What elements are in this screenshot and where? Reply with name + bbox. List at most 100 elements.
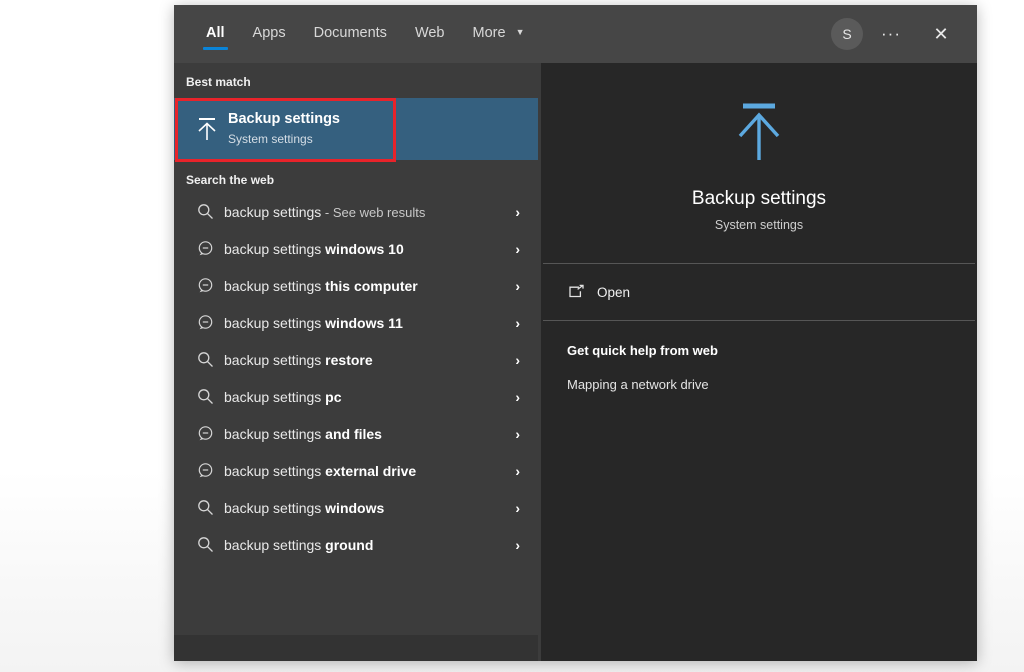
tab-documents[interactable]: Documents [300, 5, 401, 63]
best-match-heading: Best match [186, 75, 251, 89]
list-item-label: backup settings ground [224, 537, 373, 553]
result-query: backup settings [224, 240, 326, 257]
preview-subtitle: System settings [714, 217, 804, 232]
best-match-subtitle: System settings [228, 131, 313, 146]
backup-arrow-icon [729, 100, 789, 171]
search-icon [186, 388, 224, 405]
windows-search-window: All Apps Documents Web More ▼ S ··· ✕ Be… [174, 5, 977, 661]
close-button[interactable]: ✕ [919, 12, 963, 56]
tab-web-label: Web [414, 25, 445, 41]
result-bold: external drive [325, 462, 417, 479]
search-filter-tabs: All Apps Documents Web More ▼ [174, 5, 539, 63]
suggestion-bubble-icon [186, 425, 224, 442]
list-item-label: backup settings - See web results [224, 204, 425, 220]
backup-arrow-icon [186, 115, 228, 143]
chevron-right-icon: › [515, 425, 520, 442]
search-the-web-heading: Search the web [186, 173, 275, 187]
result-query: backup settings [224, 351, 326, 368]
list-item[interactable]: backup settings windows 10 › [174, 230, 538, 267]
search-icon [186, 203, 224, 220]
chevron-right-icon: › [515, 499, 520, 516]
result-query: backup settings [224, 314, 326, 331]
more-options-button[interactable]: ··· [869, 12, 913, 56]
tab-apps[interactable]: Apps [239, 5, 300, 63]
result-query: backup settings [224, 388, 326, 405]
suggestion-bubble-icon [186, 277, 224, 294]
tab-all[interactable]: All [192, 5, 239, 63]
result-bold: pc [325, 388, 342, 405]
list-item[interactable]: backup settings pc › [174, 378, 538, 415]
search-icon [186, 351, 224, 368]
best-match-title: Backup settings [228, 111, 340, 128]
suggestion-bubble-icon [186, 462, 224, 479]
list-item[interactable]: backup settings - See web results › [174, 193, 538, 230]
tab-documents-label: Documents [313, 25, 387, 41]
quick-help-title: Get quick help from web [567, 343, 718, 358]
ellipsis-icon: ··· [881, 24, 901, 43]
list-item[interactable]: backup settings restore › [174, 341, 538, 378]
list-item-label: backup settings external drive [224, 463, 416, 479]
chevron-right-icon: › [515, 314, 520, 331]
header-actions: S ··· ✕ [831, 5, 977, 63]
chevron-right-icon: › [515, 388, 520, 405]
list-item[interactable]: backup settings ground › [174, 526, 538, 563]
result-bold: windows 11 [325, 314, 403, 331]
open-external-icon [567, 284, 597, 300]
result-query: backup settings [224, 203, 322, 220]
result-bold: ground [325, 536, 374, 553]
list-item-label: backup settings this computer [224, 278, 418, 294]
avatar-initial: S [842, 26, 852, 42]
open-action-label: Open [597, 284, 631, 300]
open-action-button[interactable]: Open [541, 264, 977, 320]
list-item-label: backup settings windows 11 [224, 315, 403, 331]
result-query: backup settings [224, 499, 326, 516]
result-suffix: - See web results [321, 204, 426, 220]
quick-help-section: Get quick help from web Mapping a networ… [541, 321, 977, 392]
search-header: All Apps Documents Web More ▼ S ··· ✕ [174, 5, 977, 63]
result-bold: windows [325, 499, 385, 516]
avatar[interactable]: S [831, 18, 863, 50]
list-item[interactable]: backup settings external drive › [174, 452, 538, 489]
result-query: backup settings [224, 536, 326, 553]
best-match-text: Backup settings System settings [228, 110, 340, 148]
tab-more-label: More [472, 25, 506, 41]
search-body: Best match Backup settings System settin… [174, 63, 977, 661]
preview-title: Backup settings [691, 188, 827, 210]
list-item-label: backup settings windows 10 [224, 241, 404, 257]
result-query: backup settings [224, 425, 326, 442]
results-pane-filler [174, 563, 538, 635]
result-bold: restore [325, 351, 373, 368]
suggestion-bubble-icon [186, 240, 224, 257]
close-icon: ✕ [933, 23, 949, 44]
results-pane: Best match Backup settings System settin… [174, 63, 538, 661]
tab-more[interactable]: More ▼ [459, 5, 539, 63]
tab-active-underline [203, 47, 228, 50]
list-item[interactable]: backup settings and files › [174, 415, 538, 452]
tab-all-label: All [206, 25, 225, 41]
chevron-right-icon: › [515, 462, 520, 479]
search-icon [186, 536, 224, 553]
chevron-right-icon: › [515, 351, 520, 368]
tab-web[interactable]: Web [401, 5, 459, 63]
list-item[interactable]: backup settings this computer › [174, 267, 538, 304]
result-query: backup settings [224, 462, 326, 479]
result-bold: windows 10 [325, 240, 404, 257]
list-item[interactable]: backup settings windows › [174, 489, 538, 526]
quick-help-link[interactable]: Mapping a network drive [567, 377, 709, 392]
chevron-right-icon: › [515, 203, 520, 220]
chevron-down-icon: ▼ [515, 27, 525, 37]
list-item[interactable]: backup settings windows 11 › [174, 304, 538, 341]
search-icon [186, 499, 224, 516]
best-match-result[interactable]: Backup settings System settings [174, 98, 538, 160]
chevron-right-icon: › [515, 536, 520, 553]
list-item-label: backup settings pc [224, 389, 342, 405]
tab-apps-label: Apps [252, 25, 286, 41]
chevron-right-icon: › [515, 240, 520, 257]
result-query: backup settings [224, 277, 326, 294]
list-item-label: backup settings and files [224, 426, 382, 442]
web-results-list: backup settings - See web results › back… [174, 193, 538, 563]
preview-hero: Backup settings System settings [541, 63, 977, 263]
result-bold: and files [325, 425, 382, 442]
suggestion-bubble-icon [186, 314, 224, 331]
result-bold: this computer [325, 277, 418, 294]
